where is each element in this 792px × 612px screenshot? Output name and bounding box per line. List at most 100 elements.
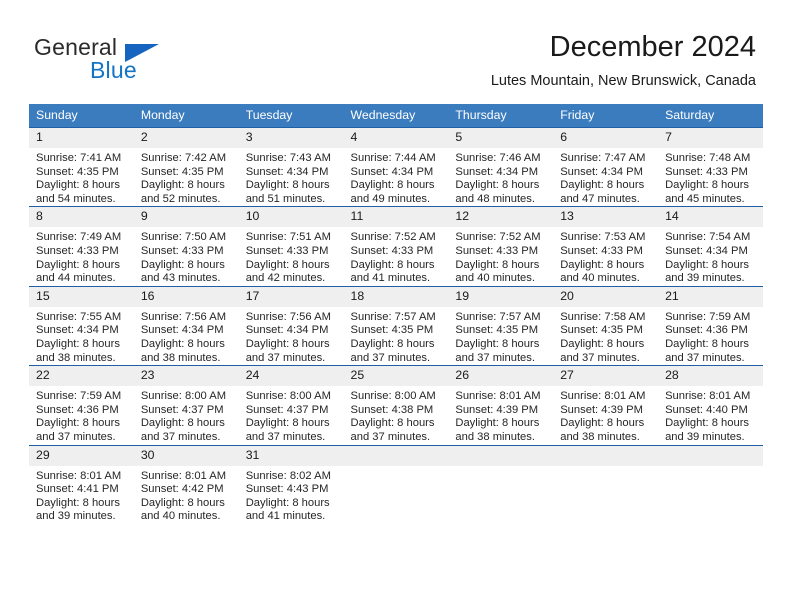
- day-details: Sunrise: 7:56 AM Sunset: 4:34 PM Dayligh…: [239, 307, 344, 365]
- sunset-text: Sunset: 4:34 PM: [245, 324, 329, 337]
- day-cell[interactable]: 6 Sunrise: 7:47 AM Sunset: 4:34 PM Dayli…: [553, 126, 659, 207]
- day-details: Sunrise: 7:48 AM Sunset: 4:33 PM Dayligh…: [658, 148, 763, 206]
- day-cell[interactable]: 29 Sunrise: 8:01 AM Sunset: 4:41 PM Dayl…: [29, 444, 134, 524]
- calendar-week-row: 15 Sunrise: 7:55 AM Sunset: 4:34 PM Dayl…: [29, 285, 763, 366]
- day-cell[interactable]: 22 Sunrise: 7:59 AM Sunset: 4:36 PM Dayl…: [29, 365, 134, 445]
- sunrise-text: Sunrise: 8:01 AM: [560, 390, 646, 403]
- day-cell[interactable]: 14 Sunrise: 7:54 AM Sunset: 4:34 PM Dayl…: [658, 206, 763, 287]
- day-cell[interactable]: 13 Sunrise: 7:53 AM Sunset: 4:33 PM Dayl…: [553, 206, 659, 287]
- day-cell[interactable]: 5 Sunrise: 7:46 AM Sunset: 4:34 PM Dayli…: [448, 126, 554, 207]
- day-cell[interactable]: 3 Sunrise: 7:43 AM Sunset: 4:34 PM Dayli…: [238, 126, 344, 207]
- day-number: 28: [658, 366, 763, 387]
- daylight-text-line2: and 51 minutes.: [245, 192, 326, 205]
- daylight-text-line2: and 37 minutes.: [560, 351, 640, 364]
- daylight-text-line2: and 38 minutes.: [36, 351, 116, 364]
- day-cell[interactable]: 2 Sunrise: 7:42 AM Sunset: 4:35 PM Dayli…: [133, 126, 239, 207]
- sunset-text: Sunset: 4:33 PM: [560, 244, 643, 257]
- sunset-text: Sunset: 4:33 PM: [36, 244, 119, 257]
- sunrise-text: Sunrise: 7:56 AM: [140, 310, 227, 323]
- weekday-header-saturday: Saturday: [658, 104, 763, 128]
- sunset-text: Sunset: 4:34 PM: [36, 324, 119, 337]
- day-cell[interactable]: 7 Sunrise: 7:48 AM Sunset: 4:33 PM Dayli…: [658, 126, 763, 207]
- sunrise-text: Sunrise: 8:00 AM: [245, 390, 331, 403]
- day-cell-empty: [553, 444, 659, 524]
- weekday-header-wednesday: Wednesday: [343, 104, 449, 128]
- day-cell[interactable]: 21 Sunrise: 7:59 AM Sunset: 4:36 PM Dayl…: [658, 285, 763, 366]
- day-details: Sunrise: 7:55 AM Sunset: 4:34 PM Dayligh…: [29, 307, 134, 365]
- daylight-text-line1: Daylight: 8 hours: [455, 258, 540, 271]
- day-cell[interactable]: 16 Sunrise: 7:56 AM Sunset: 4:34 PM Dayl…: [133, 285, 239, 366]
- day-cell[interactable]: 15 Sunrise: 7:55 AM Sunset: 4:34 PM Dayl…: [29, 285, 134, 366]
- sunset-text: Sunset: 4:36 PM: [665, 324, 748, 337]
- day-number: 30: [133, 445, 239, 466]
- daylight-text-line1: Daylight: 8 hours: [455, 179, 540, 192]
- day-details: Sunrise: 7:44 AM Sunset: 4:34 PM Dayligh…: [344, 148, 449, 206]
- day-details: Sunrise: 7:57 AM Sunset: 4:35 PM Dayligh…: [344, 307, 449, 365]
- day-cell[interactable]: 10 Sunrise: 7:51 AM Sunset: 4:33 PM Dayl…: [238, 206, 344, 287]
- sunrise-text: Sunrise: 7:49 AM: [36, 231, 122, 244]
- day-details: Sunrise: 7:42 AM Sunset: 4:35 PM Dayligh…: [134, 148, 239, 206]
- sunrise-text: Sunrise: 7:56 AM: [245, 310, 331, 323]
- day-cell[interactable]: 28 Sunrise: 8:01 AM Sunset: 4:40 PM Dayl…: [658, 365, 763, 445]
- sunset-text: Sunset: 4:35 PM: [350, 324, 434, 337]
- day-cell[interactable]: 8 Sunrise: 7:49 AM Sunset: 4:33 PM Dayli…: [29, 206, 134, 287]
- day-cell[interactable]: 27 Sunrise: 8:01 AM Sunset: 4:39 PM Dayl…: [553, 365, 659, 445]
- daylight-text-line1: Daylight: 8 hours: [350, 417, 435, 430]
- day-cell[interactable]: 11 Sunrise: 7:52 AM Sunset: 4:33 PM Dayl…: [343, 206, 449, 287]
- day-details: Sunrise: 7:53 AM Sunset: 4:33 PM Dayligh…: [553, 227, 658, 285]
- calendar-body: 1 Sunrise: 7:41 AM Sunset: 4:35 PM Dayli…: [29, 126, 763, 524]
- day-cell[interactable]: 19 Sunrise: 7:57 AM Sunset: 4:35 PM Dayl…: [448, 285, 554, 366]
- day-cell[interactable]: 26 Sunrise: 8:01 AM Sunset: 4:39 PM Dayl…: [448, 365, 554, 445]
- day-number: 14: [658, 207, 763, 228]
- calendar-week-row: 1 Sunrise: 7:41 AM Sunset: 4:35 PM Dayli…: [29, 126, 763, 207]
- calendar-week-row: 8 Sunrise: 7:49 AM Sunset: 4:33 PM Dayli…: [29, 206, 763, 287]
- daylight-text-line1: Daylight: 8 hours: [36, 179, 120, 192]
- calendar-week-row: 22 Sunrise: 7:59 AM Sunset: 4:36 PM Dayl…: [29, 365, 763, 445]
- sunset-text: Sunset: 4:37 PM: [245, 403, 329, 416]
- daylight-text-line2: and 49 minutes.: [350, 192, 431, 205]
- sunset-text: Sunset: 4:34 PM: [245, 165, 329, 178]
- daylight-text-line2: and 37 minutes.: [245, 430, 326, 443]
- day-details: Sunrise: 8:00 AM Sunset: 4:37 PM Dayligh…: [239, 386, 344, 444]
- day-number: 13: [553, 207, 659, 228]
- day-cell[interactable]: 24 Sunrise: 8:00 AM Sunset: 4:37 PM Dayl…: [238, 365, 344, 445]
- day-cell[interactable]: 23 Sunrise: 8:00 AM Sunset: 4:37 PM Dayl…: [133, 365, 239, 445]
- daylight-text-line2: and 48 minutes.: [455, 192, 535, 205]
- daylight-text-line2: and 40 minutes.: [455, 272, 535, 285]
- location-subtitle: Lutes Mountain, New Brunswick, Canada: [490, 73, 756, 89]
- day-cell[interactable]: 18 Sunrise: 7:57 AM Sunset: 4:35 PM Dayl…: [343, 285, 449, 366]
- daylight-text-line1: Daylight: 8 hours: [36, 337, 120, 350]
- daylight-text-line2: and 39 minutes.: [665, 272, 745, 285]
- sunrise-text: Sunrise: 7:52 AM: [350, 231, 436, 244]
- day-cell[interactable]: 9 Sunrise: 7:50 AM Sunset: 4:33 PM Dayli…: [133, 206, 239, 287]
- sunrise-text: Sunrise: 7:41 AM: [36, 152, 122, 164]
- day-cell[interactable]: 31 Sunrise: 8:02 AM Sunset: 4:43 PM Dayl…: [238, 444, 344, 524]
- daylight-text-line1: Daylight: 8 hours: [36, 417, 120, 430]
- day-details: Sunrise: 7:54 AM Sunset: 4:34 PM Dayligh…: [658, 227, 763, 285]
- day-cell[interactable]: 17 Sunrise: 7:56 AM Sunset: 4:34 PM Dayl…: [238, 285, 344, 366]
- day-details: Sunrise: 7:49 AM Sunset: 4:33 PM Dayligh…: [29, 227, 134, 285]
- day-cell[interactable]: 4 Sunrise: 7:44 AM Sunset: 4:34 PM Dayli…: [343, 126, 449, 207]
- page-title: December 2024: [549, 31, 756, 63]
- daylight-text-line1: Daylight: 8 hours: [140, 179, 225, 192]
- day-details: Sunrise: 7:52 AM Sunset: 4:33 PM Dayligh…: [448, 227, 553, 285]
- day-cell[interactable]: 1 Sunrise: 7:41 AM Sunset: 4:35 PM Dayli…: [29, 126, 134, 207]
- day-number: 23: [133, 366, 239, 387]
- day-number: 8: [29, 207, 134, 228]
- day-cell[interactable]: 20 Sunrise: 7:58 AM Sunset: 4:35 PM Dayl…: [553, 285, 659, 366]
- day-cell[interactable]: 25 Sunrise: 8:00 AM Sunset: 4:38 PM Dayl…: [343, 365, 449, 445]
- daylight-text-line1: Daylight: 8 hours: [140, 337, 225, 350]
- daylight-text-line1: Daylight: 8 hours: [140, 496, 225, 509]
- sunrise-text: Sunrise: 7:59 AM: [36, 390, 122, 403]
- day-cell[interactable]: 12 Sunrise: 7:52 AM Sunset: 4:33 PM Dayl…: [448, 206, 554, 287]
- sunrise-text: Sunrise: 8:01 AM: [140, 469, 227, 482]
- sunrise-sunset-calendar: Sunday Monday Tuesday Wednesday Thursday…: [29, 104, 763, 524]
- day-cell-empty: [448, 444, 554, 524]
- daylight-text-line1: Daylight: 8 hours: [140, 417, 225, 430]
- day-number: 5: [448, 128, 554, 148]
- sunset-text: Sunset: 4:43 PM: [245, 483, 329, 496]
- sunrise-text: Sunrise: 8:01 AM: [455, 390, 541, 403]
- sunrise-text: Sunrise: 7:48 AM: [665, 152, 751, 164]
- day-cell[interactable]: 30 Sunrise: 8:01 AM Sunset: 4:42 PM Dayl…: [133, 444, 239, 524]
- sunrise-text: Sunrise: 7:42 AM: [140, 152, 227, 164]
